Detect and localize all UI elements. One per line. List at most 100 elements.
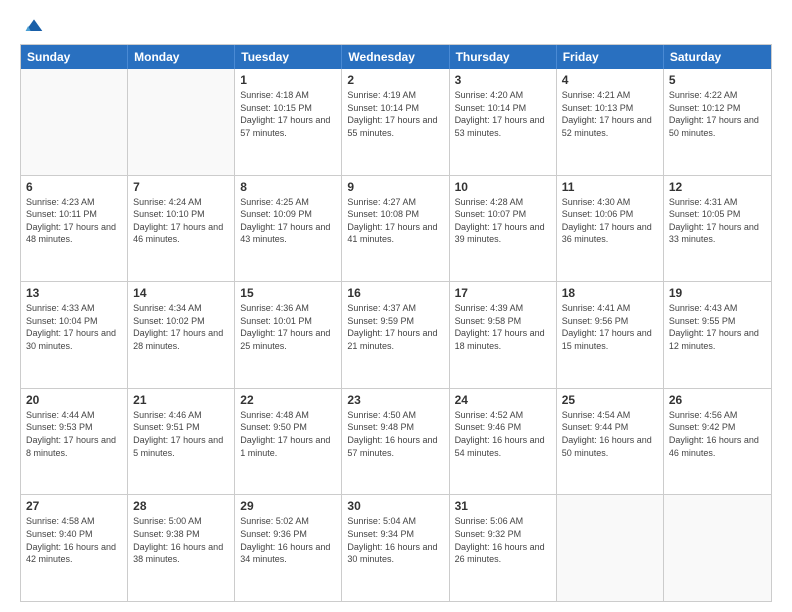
- calendar-cell: 1 Sunrise: 4:18 AM Sunset: 10:15 PM Dayli…: [235, 69, 342, 175]
- cell-content: Sunrise: 4:33 AM Sunset: 10:04 PM Daylig…: [26, 302, 122, 352]
- calendar-cell: 3Sunrise: 4:20 AM Sunset: 10:14 PM Dayli…: [450, 69, 557, 175]
- day-number: 23: [347, 393, 443, 407]
- day-number: 20: [26, 393, 122, 407]
- cell-content: Sunrise: 4:24 AM Sunset: 10:10 PM Daylig…: [133, 196, 229, 246]
- calendar-row-1: 6 Sunrise: 4:23 AM Sunset: 10:11 PM Dayli…: [21, 175, 771, 282]
- cell-content: Sunrise: 5:04 AM Sunset: 9:34 PM Dayligh…: [347, 515, 443, 565]
- day-number: 16: [347, 286, 443, 300]
- day-number: 14: [133, 286, 229, 300]
- day-number: 30: [347, 499, 443, 513]
- header-day-tuesday: Tuesday: [235, 45, 342, 69]
- page: SundayMondayTuesdayWednesdayThursdayFrid…: [0, 0, 792, 612]
- calendar-row-4: 27 Sunrise: 4:58 AM Sunset: 9:40 PM Dayli…: [21, 494, 771, 601]
- calendar-cell: [128, 69, 235, 175]
- header-day-wednesday: Wednesday: [342, 45, 449, 69]
- calendar-cell: 31Sunrise: 5:06 AM Sunset: 9:32 PM Dayli…: [450, 495, 557, 601]
- cell-content: Sunrise: 4:28 AM Sunset: 10:07 PM Daylig…: [455, 196, 551, 246]
- day-number: 22: [240, 393, 336, 407]
- cell-content: Sunrise: 4:56 AM Sunset: 9:42 PM Dayligh…: [669, 409, 766, 459]
- calendar-cell: 23 Sunrise: 4:50 AM Sunset: 9:48 PM Dayli…: [342, 389, 449, 495]
- calendar-cell: [21, 69, 128, 175]
- day-number: 4: [562, 73, 658, 87]
- logo-icon: [24, 16, 44, 36]
- day-number: 11: [562, 180, 658, 194]
- cell-content: Sunrise: 4:58 AM Sunset: 9:40 PM Dayligh…: [26, 515, 122, 565]
- day-number: 15: [240, 286, 336, 300]
- day-number: 8: [240, 180, 336, 194]
- day-number: 3: [455, 73, 551, 87]
- day-number: 5: [669, 73, 766, 87]
- cell-content: Sunrise: 4:44 AM Sunset: 9:53 PM Dayligh…: [26, 409, 122, 459]
- calendar-cell: 4 Sunrise: 4:21 AM Sunset: 10:13 PM Dayli…: [557, 69, 664, 175]
- cell-content: Sunrise: 4:21 AM Sunset: 10:13 PM Daylig…: [562, 89, 658, 139]
- header-day-friday: Friday: [557, 45, 664, 69]
- cell-content: Sunrise: 4:37 AM Sunset: 9:59 PM Dayligh…: [347, 302, 443, 352]
- calendar-cell: 19 Sunrise: 4:43 AM Sunset: 9:55 PM Dayli…: [664, 282, 771, 388]
- cell-content: Sunrise: 4:31 AM Sunset: 10:05 PM Daylig…: [669, 196, 766, 246]
- day-number: 24: [455, 393, 551, 407]
- cell-content: Sunrise: 4:19 AM Sunset: 10:14 PM Daylig…: [347, 89, 443, 139]
- calendar-cell: 26 Sunrise: 4:56 AM Sunset: 9:42 PM Dayli…: [664, 389, 771, 495]
- calendar-cell: 6 Sunrise: 4:23 AM Sunset: 10:11 PM Dayli…: [21, 176, 128, 282]
- cell-content: Sunrise: 4:25 AM Sunset: 10:09 PM Daylig…: [240, 196, 336, 246]
- day-number: 28: [133, 499, 229, 513]
- header-day-sunday: Sunday: [21, 45, 128, 69]
- cell-content: Sunrise: 5:02 AM Sunset: 9:36 PM Dayligh…: [240, 515, 336, 565]
- calendar: SundayMondayTuesdayWednesdayThursdayFrid…: [20, 44, 772, 602]
- cell-content: Sunrise: 4:50 AM Sunset: 9:48 PM Dayligh…: [347, 409, 443, 459]
- day-number: 25: [562, 393, 658, 407]
- calendar-cell: 22 Sunrise: 4:48 AM Sunset: 9:50 PM Dayli…: [235, 389, 342, 495]
- calendar-cell: 15 Sunrise: 4:36 AM Sunset: 10:01 PM Dayl…: [235, 282, 342, 388]
- day-number: 18: [562, 286, 658, 300]
- day-number: 21: [133, 393, 229, 407]
- calendar-row-2: 13 Sunrise: 4:33 AM Sunset: 10:04 PM Dayl…: [21, 281, 771, 388]
- calendar-cell: 13 Sunrise: 4:33 AM Sunset: 10:04 PM Dayl…: [21, 282, 128, 388]
- day-number: 26: [669, 393, 766, 407]
- cell-content: Sunrise: 4:23 AM Sunset: 10:11 PM Daylig…: [26, 196, 122, 246]
- cell-content: Sunrise: 4:39 AM Sunset: 9:58 PM Dayligh…: [455, 302, 551, 352]
- calendar-cell: 10Sunrise: 4:28 AM Sunset: 10:07 PM Dayl…: [450, 176, 557, 282]
- cell-content: Sunrise: 4:52 AM Sunset: 9:46 PM Dayligh…: [455, 409, 551, 459]
- cell-content: Sunrise: 4:34 AM Sunset: 10:02 PM Daylig…: [133, 302, 229, 352]
- day-number: 7: [133, 180, 229, 194]
- day-number: 9: [347, 180, 443, 194]
- cell-content: Sunrise: 4:18 AM Sunset: 10:15 PM Daylig…: [240, 89, 336, 139]
- calendar-cell: 18Sunrise: 4:41 AM Sunset: 9:56 PM Dayli…: [557, 282, 664, 388]
- calendar-cell: 25 Sunrise: 4:54 AM Sunset: 9:44 PM Dayli…: [557, 389, 664, 495]
- logo: [20, 16, 44, 36]
- calendar-body: 1 Sunrise: 4:18 AM Sunset: 10:15 PM Dayli…: [21, 69, 771, 601]
- calendar-cell: 5Sunrise: 4:22 AM Sunset: 10:12 PM Dayli…: [664, 69, 771, 175]
- calendar-cell: 17Sunrise: 4:39 AM Sunset: 9:58 PM Dayli…: [450, 282, 557, 388]
- calendar-cell: 8 Sunrise: 4:25 AM Sunset: 10:09 PM Dayli…: [235, 176, 342, 282]
- cell-content: Sunrise: 4:36 AM Sunset: 10:01 PM Daylig…: [240, 302, 336, 352]
- cell-content: Sunrise: 4:30 AM Sunset: 10:06 PM Daylig…: [562, 196, 658, 246]
- cell-content: Sunrise: 4:46 AM Sunset: 9:51 PM Dayligh…: [133, 409, 229, 459]
- header-day-monday: Monday: [128, 45, 235, 69]
- calendar-cell: 20 Sunrise: 4:44 AM Sunset: 9:53 PM Dayli…: [21, 389, 128, 495]
- cell-content: Sunrise: 4:43 AM Sunset: 9:55 PM Dayligh…: [669, 302, 766, 352]
- header-day-saturday: Saturday: [664, 45, 771, 69]
- calendar-row-0: 1 Sunrise: 4:18 AM Sunset: 10:15 PM Dayli…: [21, 69, 771, 175]
- day-number: 2: [347, 73, 443, 87]
- day-number: 29: [240, 499, 336, 513]
- day-number: 27: [26, 499, 122, 513]
- cell-content: Sunrise: 4:48 AM Sunset: 9:50 PM Dayligh…: [240, 409, 336, 459]
- day-number: 12: [669, 180, 766, 194]
- calendar-cell: 16 Sunrise: 4:37 AM Sunset: 9:59 PM Dayli…: [342, 282, 449, 388]
- calendar-cell: 14 Sunrise: 4:34 AM Sunset: 10:02 PM Dayl…: [128, 282, 235, 388]
- calendar-cell: 9 Sunrise: 4:27 AM Sunset: 10:08 PM Dayli…: [342, 176, 449, 282]
- calendar-cell: 27 Sunrise: 4:58 AM Sunset: 9:40 PM Dayli…: [21, 495, 128, 601]
- calendar-cell: 12 Sunrise: 4:31 AM Sunset: 10:05 PM Dayl…: [664, 176, 771, 282]
- cell-content: Sunrise: 4:27 AM Sunset: 10:08 PM Daylig…: [347, 196, 443, 246]
- day-number: 13: [26, 286, 122, 300]
- day-number: 1: [240, 73, 336, 87]
- calendar-cell: 24 Sunrise: 4:52 AM Sunset: 9:46 PM Dayli…: [450, 389, 557, 495]
- day-number: 19: [669, 286, 766, 300]
- calendar-cell: 7 Sunrise: 4:24 AM Sunset: 10:10 PM Dayli…: [128, 176, 235, 282]
- day-number: 6: [26, 180, 122, 194]
- calendar-row-3: 20 Sunrise: 4:44 AM Sunset: 9:53 PM Dayli…: [21, 388, 771, 495]
- calendar-cell: [557, 495, 664, 601]
- calendar-header: SundayMondayTuesdayWednesdayThursdayFrid…: [21, 45, 771, 69]
- calendar-cell: [664, 495, 771, 601]
- cell-content: Sunrise: 4:54 AM Sunset: 9:44 PM Dayligh…: [562, 409, 658, 459]
